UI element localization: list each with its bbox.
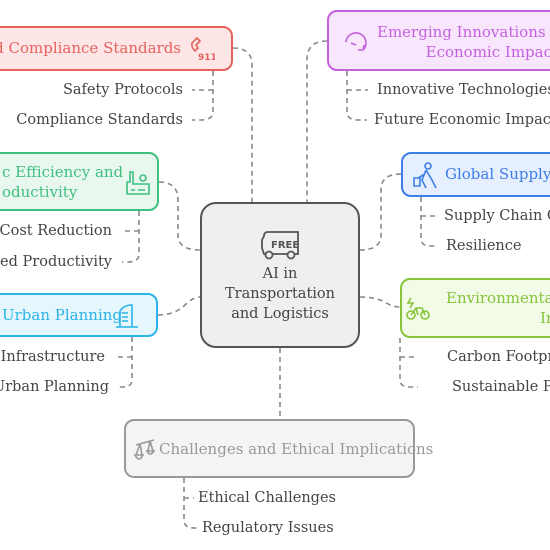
connector-efficiency-children bbox=[122, 211, 140, 263]
leaf-carbon-footprint: Carbon Footpr bbox=[447, 349, 550, 365]
balance-scale-icon bbox=[133, 439, 156, 460]
leaf-supply-chain-optimization: Supply Chain O bbox=[444, 208, 550, 224]
branch-title-line: oductivity bbox=[2, 183, 78, 201]
connector-safety-children bbox=[192, 71, 214, 121]
branch-environment[interactable]: Environmental In bbox=[400, 278, 550, 338]
leaf-increased-productivity: sed Productivity bbox=[0, 254, 112, 270]
leaf-ethical-challenges: Ethical Challenges bbox=[198, 490, 336, 506]
branch-title-line: Environmental bbox=[446, 289, 550, 307]
connector-safety bbox=[232, 47, 253, 202]
svg-text:911: 911 bbox=[198, 53, 215, 62]
leaf-smart-infrastructure: rt Infrastructure bbox=[0, 349, 105, 365]
factory-icon bbox=[126, 171, 150, 195]
connector-urban bbox=[157, 296, 201, 316]
leaf-urban-planning: Urban Planning bbox=[0, 379, 109, 395]
branch-title-line: Economic Impac bbox=[425, 43, 550, 61]
connector-supply bbox=[359, 173, 402, 251]
leaf-innovative-technologies: Innovative Technologies bbox=[377, 82, 550, 98]
branch-title: Challenges and Ethical Implications bbox=[159, 440, 434, 458]
leaf-resilience: Resilience bbox=[446, 238, 522, 254]
center-title-line: and Logistics bbox=[231, 306, 329, 322]
person-pushing-cart-icon bbox=[413, 162, 437, 189]
branch-title-line: Emerging Innovations an bbox=[377, 23, 550, 41]
mind-map: FREE AI in Transportation and Logistics … bbox=[0, 0, 550, 550]
building-icon bbox=[116, 304, 138, 328]
branch-title-line: c Efficiency and bbox=[2, 163, 124, 181]
connector-urban-children bbox=[114, 337, 133, 388]
branch-title: nd Compliance Standards bbox=[0, 39, 181, 57]
branch-innovation[interactable]: Emerging Innovations an Economic Impac bbox=[327, 10, 550, 71]
connector-efficiency bbox=[158, 181, 201, 251]
connector-innovation-children bbox=[346, 71, 368, 121]
branch-urban[interactable]: Urban Planning bbox=[0, 293, 158, 337]
free-delivery-truck-icon: FREE bbox=[261, 231, 299, 260]
connector-innovation bbox=[306, 40, 328, 202]
leaf-compliance-standards: Compliance Standards bbox=[16, 112, 183, 128]
branch-title: Urban Planning bbox=[2, 306, 122, 324]
leaf-regulatory-issues: Regulatory Issues bbox=[202, 520, 334, 536]
branch-challenges[interactable]: Challenges and Ethical Implications bbox=[124, 419, 433, 478]
branch-supply[interactable]: Global Supply C bbox=[401, 152, 550, 197]
connector-supply-children bbox=[420, 197, 437, 247]
branch-safety[interactable]: nd Compliance Standards 911 bbox=[0, 26, 233, 71]
connector-environment-children bbox=[399, 338, 418, 388]
center-title-line: AI in bbox=[262, 266, 298, 282]
connector-challenges-children bbox=[183, 478, 197, 529]
center-node[interactable]: FREE AI in Transportation and Logistics bbox=[200, 202, 360, 348]
phone-911-icon: 911 bbox=[191, 36, 215, 62]
branch-efficiency[interactable]: c Efficiency and oductivity bbox=[0, 152, 159, 211]
circular-arrow-icon bbox=[345, 32, 367, 51]
branch-title-line: In bbox=[540, 309, 550, 327]
leaf-future-economic-impact: Future Economic Impact bbox=[374, 112, 550, 128]
connector-environment bbox=[359, 296, 401, 308]
center-title-line: Transportation bbox=[225, 286, 335, 302]
leaf-cost-reduction: Cost Reduction bbox=[0, 223, 112, 239]
branch-title: Global Supply C bbox=[445, 165, 550, 183]
leaf-safety-protocols: Safety Protocols bbox=[62, 82, 183, 98]
leaf-sustainable-practices: Sustainable Pr bbox=[452, 379, 550, 395]
electric-bike-icon bbox=[406, 297, 430, 320]
svg-text:FREE: FREE bbox=[271, 240, 299, 251]
